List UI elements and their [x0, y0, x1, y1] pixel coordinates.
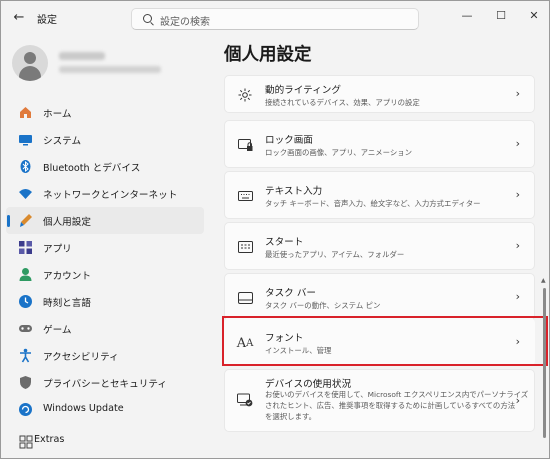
title-bar: ← 設定 設定の検索 — ☐ ✕: [1, 1, 549, 35]
sidebar-item-home[interactable]: ホーム: [6, 99, 204, 126]
sidebar-item-apps[interactable]: アプリ: [6, 234, 204, 261]
page-title: 個人用設定: [224, 45, 312, 65]
scrollbar[interactable]: [543, 288, 546, 438]
gaming-icon: [18, 321, 33, 336]
device-usage-icon: [237, 392, 253, 408]
settings-window: ← 設定 設定の検索 — ☐ ✕ ホーム システム Bluetooth とデバイ…: [0, 0, 550, 459]
card-device-usage[interactable]: デバイスの使用状況 お使いのデバイスを使用して、Microsoft エクスペリエ…: [224, 369, 535, 432]
apps-icon: [18, 240, 33, 255]
sidebar-item-privacy[interactable]: プライバシーとセキュリティ: [6, 369, 204, 396]
sidebar-item-label: Extras: [34, 434, 65, 445]
sidebar-item-label: 時刻と言語: [43, 298, 91, 309]
system-icon: [18, 132, 33, 147]
sidebar-item-label: ゲーム: [43, 325, 72, 336]
sidebar-item-label: 個人用設定: [43, 217, 91, 228]
network-icon: [18, 186, 33, 201]
taskbar-icon: [237, 290, 253, 306]
maximize-button[interactable]: ☐: [486, 4, 516, 28]
keyboard-icon: [237, 188, 253, 204]
sidebar-item-windows-update[interactable]: Windows Update: [6, 396, 204, 423]
search-box[interactable]: 設定の検索: [131, 8, 419, 30]
card-subtitle: 最近使ったアプリ、アイテム、フォルダー: [265, 250, 405, 259]
sidebar-nav: ホーム システム Bluetooth とデバイス ネットワークとインターネット …: [6, 99, 204, 423]
card-lock-screen[interactable]: ロック画面 ロック画面の画像、アプリ、アニメーション ›: [224, 120, 535, 168]
card-title: スタート: [265, 237, 304, 248]
sidebar-item-label: Bluetooth とデバイス: [43, 163, 141, 174]
account-icon: [18, 267, 33, 282]
card-subtitle: タスク バーの動作、システム ピン: [265, 301, 381, 310]
sidebar-item-label: アクセシビリティ: [43, 352, 119, 363]
extras-icon: [18, 434, 33, 449]
card-title: タスク バー: [265, 288, 317, 299]
sidebar-item-label: システム: [43, 136, 82, 147]
sidebar-item-label: プライバシーとセキュリティ: [43, 379, 167, 390]
card-taskbar[interactable]: タスク バー タスク バーの動作、システム ピン ›: [224, 273, 535, 321]
card-subtitle: ロック画面の画像、アプリ、アニメーション: [265, 148, 413, 157]
sidebar-item-label: アカウント: [43, 271, 91, 282]
sidebar-item-bluetooth[interactable]: Bluetooth とデバイス: [6, 153, 204, 180]
search-input[interactable]: 設定の検索: [160, 13, 210, 28]
chevron-right-icon: ›: [515, 239, 520, 252]
search-icon: [143, 14, 152, 23]
close-button[interactable]: ✕: [519, 4, 549, 28]
sidebar-item-network[interactable]: ネットワークとインターネット: [6, 180, 204, 207]
privacy-icon: [18, 375, 33, 390]
card-text-input[interactable]: テキスト入力 タッチ キーボード、音声入力、絵文字など、入力方式エディター ›: [224, 171, 535, 219]
chevron-right-icon: ›: [515, 394, 520, 407]
chevron-right-icon: ›: [515, 137, 520, 150]
lock-screen-icon: [237, 137, 253, 153]
sidebar-item-system[interactable]: システム: [6, 126, 204, 153]
card-title: 動的ライティング: [265, 85, 341, 96]
bluetooth-icon: [18, 159, 33, 174]
dynamic-lighting-icon: [237, 87, 253, 103]
card-start[interactable]: スタート 最近使ったアプリ、アイテム、フォルダー ›: [224, 222, 535, 270]
card-title: デバイスの使用状況: [265, 379, 352, 390]
minimize-button[interactable]: —: [452, 4, 482, 28]
card-subtitle: お使いのデバイスを使用して、Microsoft エクスペリエンス内でパーソナライ…: [265, 390, 529, 399]
chevron-right-icon: ›: [515, 87, 520, 100]
avatar[interactable]: [12, 45, 48, 81]
fonts-highlight-box: [222, 316, 548, 366]
scroll-up-arrow-icon[interactable]: ▲: [541, 277, 546, 284]
sidebar-item-time-language[interactable]: 時刻と言語: [6, 288, 204, 315]
time-language-icon: [18, 294, 33, 309]
card-dynamic-lighting[interactable]: 動的ライティング 接続されているデバイス、効果、アプリの設定 ›: [224, 75, 535, 113]
sidebar-item-label: ネットワークとインターネット: [43, 190, 178, 201]
windows-update-icon: [18, 402, 33, 417]
sidebar-item-label: アプリ: [43, 244, 72, 255]
account-name-blurred: [59, 52, 105, 60]
personalization-icon: [18, 213, 33, 228]
sidebar-item-accessibility[interactable]: アクセシビリティ: [6, 342, 204, 369]
chevron-right-icon: ›: [515, 290, 520, 303]
card-title: テキスト入力: [265, 186, 323, 197]
home-icon: [18, 105, 33, 120]
sidebar-item-label: Windows Update: [43, 403, 124, 414]
chevron-right-icon: ›: [515, 188, 520, 201]
start-icon: [237, 239, 253, 255]
card-subtitle: 接続されているデバイス、効果、アプリの設定: [265, 98, 420, 107]
sidebar-item-label: ホーム: [43, 109, 72, 120]
sidebar-item-accounts[interactable]: アカウント: [6, 261, 204, 288]
sidebar-item-gaming[interactable]: ゲーム: [6, 315, 204, 342]
card-title: ロック画面: [265, 135, 313, 146]
app-title: 設定: [37, 15, 57, 26]
card-subtitle: されたヒント、広告、推奨事項を取得するために計画しているすべての方法: [265, 401, 516, 410]
card-subtitle: を選択します。: [265, 412, 316, 421]
back-arrow-icon[interactable]: ←: [11, 10, 27, 26]
sidebar-item-personalization[interactable]: 個人用設定: [6, 207, 204, 234]
account-email-blurred: [59, 66, 161, 73]
sidebar-item-extras[interactable]: Extras: [6, 429, 204, 453]
card-subtitle: タッチ キーボード、音声入力、絵文字など、入力方式エディター: [265, 199, 481, 208]
accessibility-icon: [18, 348, 33, 363]
